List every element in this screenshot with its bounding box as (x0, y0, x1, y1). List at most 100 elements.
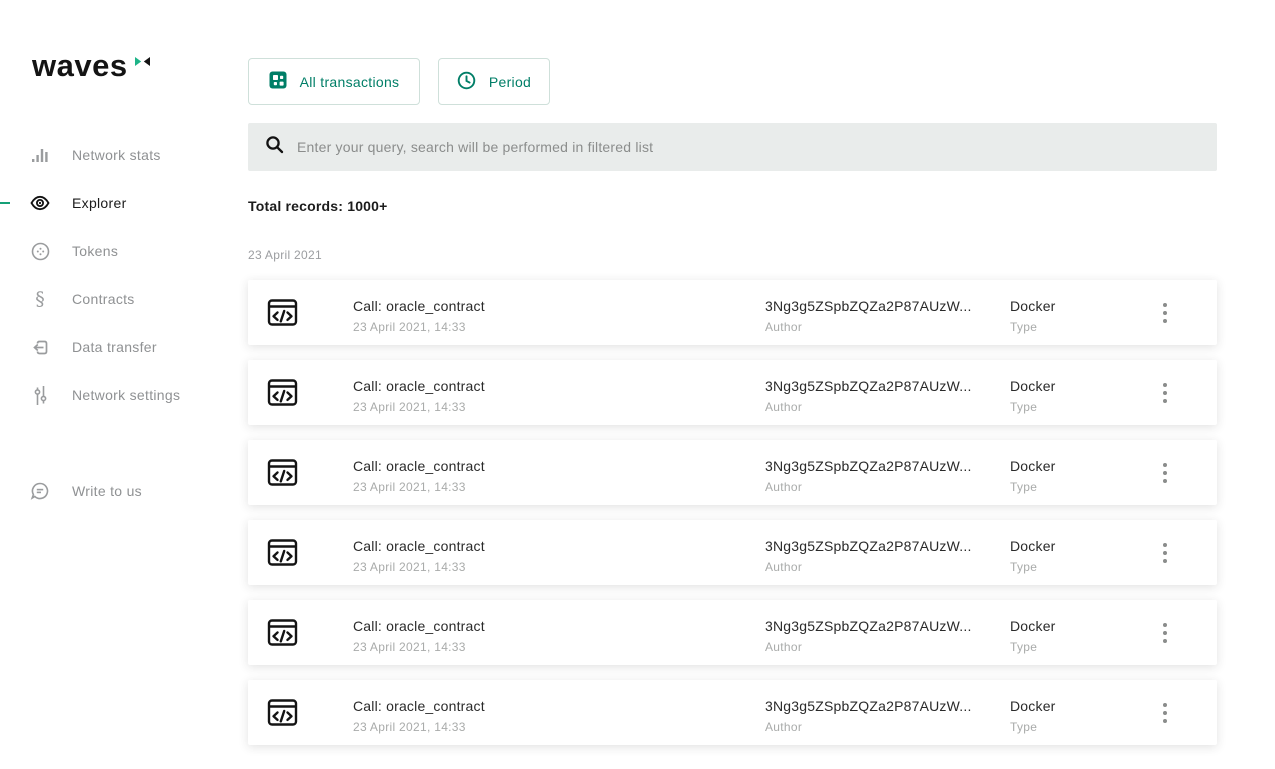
transaction-main-col: Call: oracle_contract 23 April 2021, 14:… (353, 378, 485, 414)
transaction-row[interactable]: Call: oracle_contract 23 April 2021, 14:… (248, 600, 1217, 665)
sidebar-item-label: Tokens (72, 243, 118, 259)
waves-logo[interactable]: waves (32, 50, 150, 81)
sliders-icon (30, 385, 50, 405)
transaction-author-col: 3Ng3g5ZSpbZQZa2P87AUzW... Author (765, 538, 972, 574)
clock-icon (457, 71, 476, 93)
transaction-type-value: Docker (1010, 698, 1056, 714)
transaction-row[interactable]: Call: oracle_contract 23 April 2021, 14:… (248, 360, 1217, 425)
coin-dots-icon (30, 241, 50, 261)
transaction-type-value: Docker (1010, 298, 1056, 314)
transaction-title: Call: oracle_contract (353, 298, 485, 314)
sidebar-item-tokens[interactable]: Tokens (0, 227, 248, 275)
row-menu-button[interactable] (1159, 619, 1171, 647)
sidebar: waves Network stats Explorer Tokens § (0, 0, 248, 769)
transaction-type-value: Docker (1010, 458, 1056, 474)
row-menu-button[interactable] (1159, 459, 1171, 487)
transaction-type-col: Docker Type (1010, 458, 1056, 494)
transaction-title: Call: oracle_contract (353, 538, 485, 554)
transaction-datetime: 23 April 2021, 14:33 (353, 480, 485, 494)
transaction-main-col: Call: oracle_contract 23 April 2021, 14:… (353, 698, 485, 734)
transaction-type-col: Docker Type (1010, 298, 1056, 334)
transaction-title: Call: oracle_contract (353, 458, 485, 474)
code-window-icon (266, 696, 299, 729)
transaction-type-value: Docker (1010, 538, 1056, 554)
period-button[interactable]: Period (438, 58, 550, 105)
all-transactions-label: All transactions (300, 74, 400, 90)
sidebar-item-label: Write to us (72, 483, 142, 499)
search-input[interactable] (297, 139, 1200, 155)
all-transactions-button[interactable]: All transactions (248, 58, 420, 105)
waves-bowtie-icon (135, 53, 150, 71)
transaction-author-col: 3Ng3g5ZSpbZQZa2P87AUzW... Author (765, 458, 972, 494)
transaction-author-col: 3Ng3g5ZSpbZQZa2P87AUzW... Author (765, 618, 972, 654)
transaction-row[interactable]: Call: oracle_contract 23 April 2021, 14:… (248, 440, 1217, 505)
data-transfer-icon (30, 337, 50, 357)
sidebar-item-data-transfer[interactable]: Data transfer (0, 323, 248, 371)
sidebar-item-contracts[interactable]: § Contracts (0, 275, 248, 323)
transactions-list: Call: oracle_contract 23 April 2021, 14:… (248, 280, 1217, 760)
transaction-type-col: Docker Type (1010, 538, 1056, 574)
transaction-author-col: 3Ng3g5ZSpbZQZa2P87AUzW... Author (765, 378, 972, 414)
transaction-author-label: Author (765, 640, 972, 654)
transaction-row[interactable]: Call: oracle_contract 23 April 2021, 14:… (248, 680, 1217, 745)
code-window-icon (266, 536, 299, 569)
transaction-author-col: 3Ng3g5ZSpbZQZa2P87AUzW... Author (765, 298, 972, 334)
transaction-author-label: Author (765, 560, 972, 574)
transaction-datetime: 23 April 2021, 14:33 (353, 400, 485, 414)
chat-bubble-icon (30, 481, 50, 501)
transaction-datetime: 23 April 2021, 14:33 (353, 560, 485, 574)
row-menu-button[interactable] (1159, 699, 1171, 727)
date-group-label: 23 April 2021 (248, 248, 322, 262)
sidebar-item-label: Network settings (72, 387, 180, 403)
sidebar-item-network-stats[interactable]: Network stats (0, 131, 248, 179)
transaction-type-label: Type (1010, 480, 1056, 494)
transaction-author-address: 3Ng3g5ZSpbZQZa2P87AUzW... (765, 298, 972, 314)
transaction-title: Call: oracle_contract (353, 698, 485, 714)
row-menu-button[interactable] (1159, 299, 1171, 327)
sidebar-item-network-settings[interactable]: Network settings (0, 371, 248, 419)
code-window-icon (266, 296, 299, 329)
sidebar-item-label: Data transfer (72, 339, 157, 355)
transaction-type-value: Docker (1010, 618, 1056, 634)
row-menu-button[interactable] (1159, 539, 1171, 567)
transaction-author-address: 3Ng3g5ZSpbZQZa2P87AUzW... (765, 618, 972, 634)
transaction-datetime: 23 April 2021, 14:33 (353, 720, 485, 734)
transaction-type-value: Docker (1010, 378, 1056, 394)
transaction-row[interactable]: Call: oracle_contract 23 April 2021, 14:… (248, 280, 1217, 345)
transaction-author-col: 3Ng3g5ZSpbZQZa2P87AUzW... Author (765, 698, 972, 734)
transaction-author-label: Author (765, 400, 972, 414)
eye-icon (30, 193, 50, 213)
transaction-type-label: Type (1010, 400, 1056, 414)
transaction-author-address: 3Ng3g5ZSpbZQZa2P87AUzW... (765, 378, 972, 394)
period-label: Period (489, 74, 531, 90)
transaction-main-col: Call: oracle_contract 23 April 2021, 14:… (353, 618, 485, 654)
sidebar-item-label: Network stats (72, 147, 161, 163)
transaction-type-col: Docker Type (1010, 618, 1056, 654)
transaction-type-label: Type (1010, 320, 1056, 334)
filter-bar: All transactions Period (248, 58, 550, 105)
transaction-title: Call: oracle_contract (353, 378, 485, 394)
total-records: Total records: 1000+ (248, 198, 388, 214)
sidebar-item-write-to-us[interactable]: Write to us (0, 467, 248, 515)
transaction-author-address: 3Ng3g5ZSpbZQZa2P87AUzW... (765, 698, 972, 714)
transaction-main-col: Call: oracle_contract 23 April 2021, 14:… (353, 298, 485, 334)
code-window-icon (266, 616, 299, 649)
sidebar-item-explorer[interactable]: Explorer (0, 179, 248, 227)
transaction-author-address: 3Ng3g5ZSpbZQZa2P87AUzW... (765, 538, 972, 554)
transaction-datetime: 23 April 2021, 14:33 (353, 640, 485, 654)
sidebar-nav: Network stats Explorer Tokens § Contract… (0, 131, 248, 515)
transaction-author-label: Author (765, 720, 972, 734)
transaction-author-address: 3Ng3g5ZSpbZQZa2P87AUzW... (765, 458, 972, 474)
transaction-author-label: Author (765, 480, 972, 494)
grid-icon (269, 71, 287, 92)
transaction-type-label: Type (1010, 720, 1056, 734)
code-window-icon (266, 376, 299, 409)
transaction-type-label: Type (1010, 560, 1056, 574)
transaction-author-label: Author (765, 320, 972, 334)
transaction-datetime: 23 April 2021, 14:33 (353, 320, 485, 334)
transaction-title: Call: oracle_contract (353, 618, 485, 634)
main-content: All transactions Period Total records: 1… (248, 0, 1217, 769)
transaction-row[interactable]: Call: oracle_contract 23 April 2021, 14:… (248, 520, 1217, 585)
bar-chart-icon (30, 145, 50, 165)
row-menu-button[interactable] (1159, 379, 1171, 407)
